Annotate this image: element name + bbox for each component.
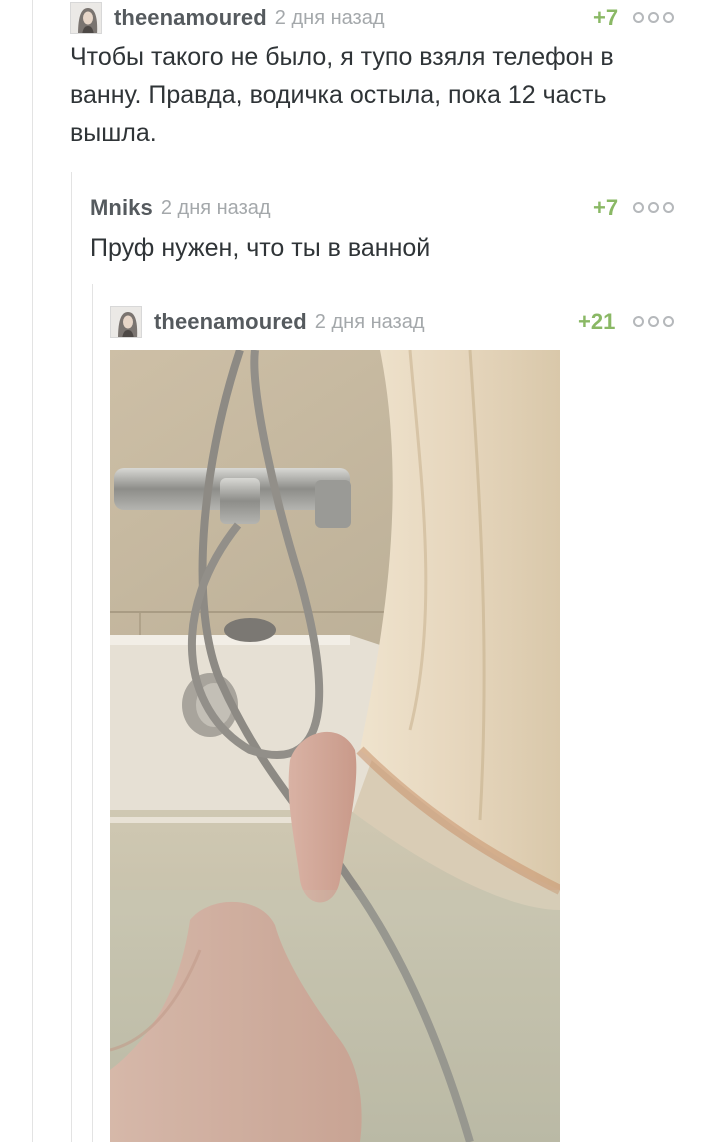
comment-rating: +7 xyxy=(593,195,619,220)
comment-time[interactable]: 2 дня назад xyxy=(315,311,425,334)
comment-text: Пруф нужен, что ты в ванной xyxy=(90,234,431,262)
thread-line-level-1 xyxy=(32,0,33,1142)
comment-photo[interactable] xyxy=(110,350,560,1142)
comment-time[interactable]: 2 дня назад xyxy=(161,197,271,220)
bathtub-photo xyxy=(110,350,560,1142)
avatar-image xyxy=(71,3,101,33)
user-avatar[interactable] xyxy=(110,306,142,338)
comment-author[interactable]: theenamoured xyxy=(154,309,307,335)
comment-text: Чтобы такого не было, я тупо взяля телеф… xyxy=(70,43,614,147)
comment-time[interactable]: 2 дня назад xyxy=(275,7,385,30)
user-avatar[interactable] xyxy=(70,2,102,34)
more-options-icon[interactable] xyxy=(633,12,674,23)
thread-line-level-2 xyxy=(71,172,72,1142)
comment-rating: +21 xyxy=(578,309,616,334)
thread-line-level-3 xyxy=(92,284,93,1142)
comment-author[interactable]: Mniks xyxy=(90,195,153,221)
comment-thread: theenamoured 2 дня назад +7 Чтобы такого… xyxy=(0,0,720,1142)
more-options-icon[interactable] xyxy=(633,202,674,213)
avatar-image xyxy=(111,307,141,337)
more-options-icon[interactable] xyxy=(633,316,674,327)
comment-author[interactable]: theenamoured xyxy=(114,5,267,31)
comment-rating: +7 xyxy=(593,5,619,30)
